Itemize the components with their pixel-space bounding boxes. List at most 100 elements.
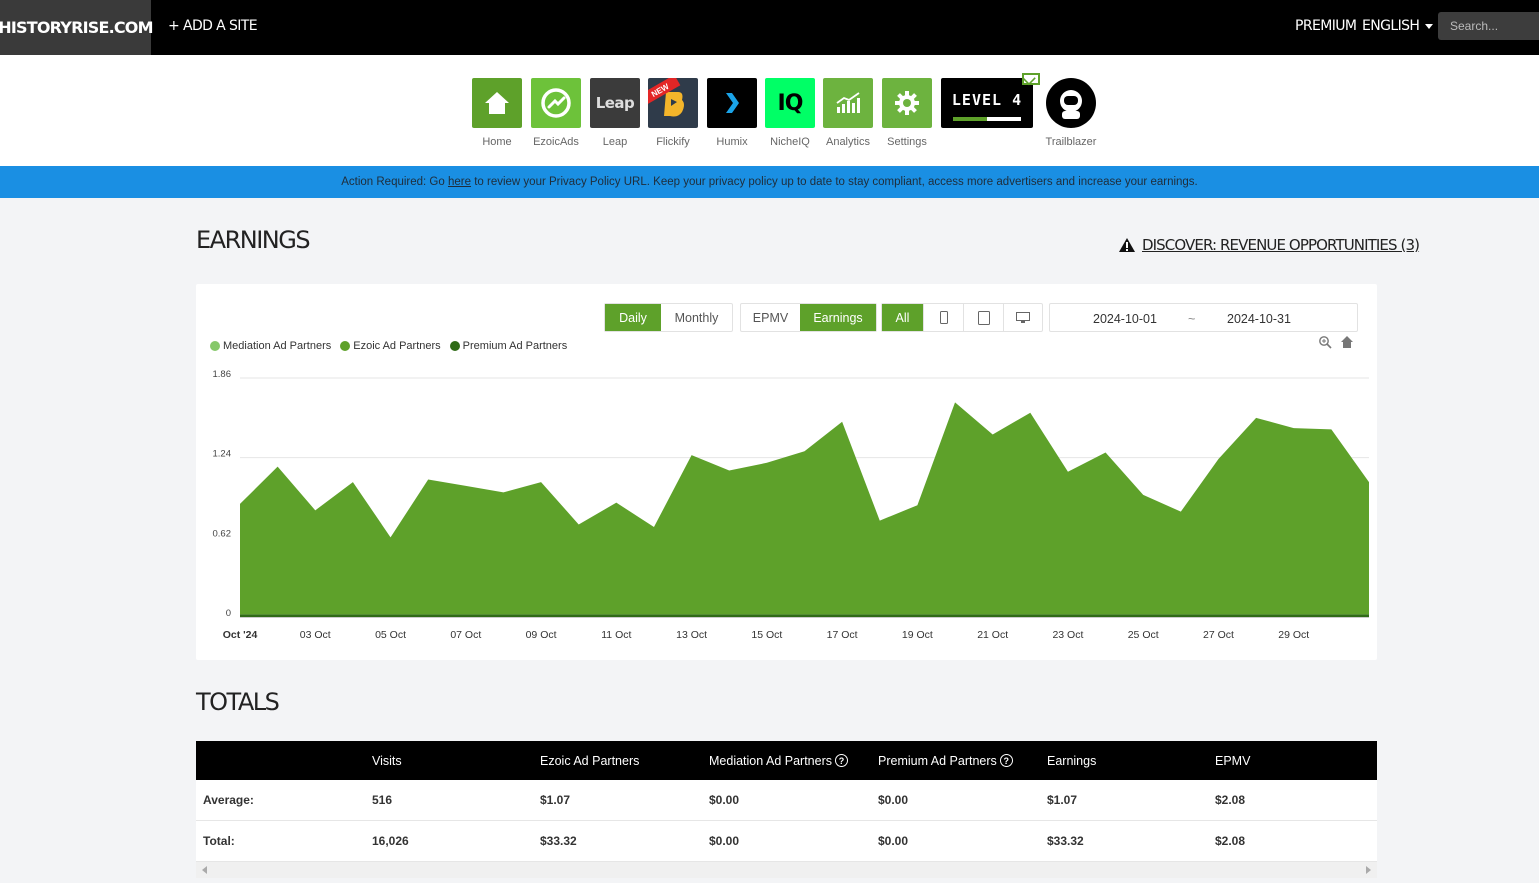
- area-ezoic-ad-partners: [240, 402, 1369, 615]
- metric-toggle: EPMV Earnings: [740, 303, 877, 332]
- level-progress-fill: [953, 117, 987, 121]
- privacy-policy-alert: Action Required: Go here to review your …: [0, 166, 1539, 198]
- mail-icon[interactable]: [1022, 73, 1040, 85]
- x-tick-label: 21 Oct: [977, 629, 1008, 641]
- level-text: LEVEL 4: [951, 91, 1023, 109]
- premium-link[interactable]: PREMIUM: [1295, 18, 1357, 34]
- gear-icon: [882, 78, 932, 128]
- header-visits: Visits: [372, 753, 402, 768]
- mobile-icon: [939, 311, 948, 324]
- app-trailblazer[interactable]: Trailblazer: [1045, 78, 1097, 148]
- epmv-button[interactable]: EPMV: [741, 304, 800, 331]
- legend-label: Premium Ad Partners: [462, 340, 568, 352]
- desktop-icon: [1016, 311, 1030, 323]
- ezoicads-icon: [531, 78, 581, 128]
- alert-prefix: Action Required: Go: [341, 176, 448, 188]
- x-tick-label: 27 Oct: [1203, 629, 1234, 641]
- legend-ezoic[interactable]: Ezoic Ad Partners: [340, 340, 441, 352]
- mobile-button[interactable]: [923, 304, 963, 331]
- header-earnings: Earnings: [1047, 753, 1097, 768]
- cell-epmv: $2.08: [1215, 834, 1246, 848]
- zoom-icon[interactable]: [1318, 335, 1332, 349]
- tablet-icon: [977, 310, 990, 325]
- earnings-area-chart: 0 0.62 1.24 1.86 Oct '24 03 Oct 05 Oct 07 Oct 09…: [213, 369, 1369, 641]
- flickify-icon: NEW: [648, 78, 698, 128]
- cell-premium: $0.00: [878, 834, 909, 848]
- cell-mediation: $0.00: [709, 834, 740, 848]
- language-dropdown[interactable]: ENGLISH: [1362, 18, 1434, 34]
- header-label: Premium Ad Partners: [878, 753, 997, 768]
- app-analytics[interactable]: Analytics: [823, 78, 873, 148]
- header-mediation-ad-partners: Mediation Ad Partners?: [709, 741, 848, 780]
- earnings-chart-card: Daily Monthly EPMV Earnings All 2024-10-…: [196, 284, 1377, 660]
- daily-button[interactable]: Daily: [605, 304, 661, 331]
- app-leap[interactable]: Leap Leap: [590, 78, 640, 148]
- alert-here-link[interactable]: here: [448, 176, 471, 188]
- app-humix[interactable]: Humix: [707, 78, 757, 148]
- legend-label: Ezoic Ad Partners: [353, 340, 441, 352]
- row-label: Total:: [203, 834, 235, 848]
- row-label: Average:: [203, 793, 254, 807]
- x-tick-label: 11 Oct: [601, 629, 631, 641]
- table-row-total: Total: 16,026 $33.32 $0.00 $0.00 $33.32 …: [196, 821, 1377, 862]
- app-flickify[interactable]: NEW Flickify: [648, 78, 698, 148]
- reset-zoom-home-icon[interactable]: [1340, 335, 1354, 349]
- app-settings[interactable]: Settings: [882, 78, 932, 148]
- table-row-average: Average: 516 $1.07 $0.00 $0.00 $1.07 $2.…: [196, 780, 1377, 821]
- app-nicheiq[interactable]: IQ NicheIQ: [765, 78, 815, 148]
- chart-legend: Mediation Ad Partners Ezoic Ad Partners …: [210, 340, 567, 352]
- date-from: 2024-10-01: [1093, 312, 1157, 326]
- x-tick-label: Oct '24: [223, 629, 258, 641]
- scroll-right-arrow-icon[interactable]: [1366, 866, 1371, 874]
- app-ezoicads[interactable]: EzoicAds: [531, 78, 581, 148]
- x-tick-label: 25 Oct: [1128, 629, 1159, 641]
- cell-ezoic: $1.07: [540, 793, 571, 807]
- x-tick-label: 07 Oct: [450, 629, 481, 641]
- level-progress-bar: [953, 117, 1021, 121]
- level-badge[interactable]: LEVEL 4: [941, 78, 1033, 128]
- top-navbar: HISTORYRISE.COM + ADD A SITE PREMIUM ENG…: [0, 0, 1539, 55]
- table-header: Visits Ezoic Ad Partners Mediation Ad Pa…: [196, 741, 1377, 780]
- help-icon[interactable]: ?: [835, 754, 848, 767]
- table-horizontal-scrollbar[interactable]: [196, 862, 1377, 878]
- help-icon[interactable]: ?: [999, 754, 1013, 767]
- date-range-picker[interactable]: 2024-10-01 ~ 2024-10-31: [1049, 303, 1358, 332]
- site-selector[interactable]: HISTORYRISE.COM: [0, 0, 154, 55]
- legend-dot: [210, 341, 220, 351]
- app-label: Settings: [887, 136, 927, 148]
- add-site-link[interactable]: + ADD A SITE: [168, 18, 258, 34]
- x-tick-label: 15 Oct: [751, 629, 782, 641]
- scroll-left-arrow-icon[interactable]: [202, 866, 207, 874]
- search-input[interactable]: [1438, 12, 1539, 40]
- app-launcher-bar: Home EzoicAds Leap Leap NEW Flickify Hum…: [0, 55, 1539, 166]
- cell-visits: 16,026: [372, 834, 409, 848]
- x-tick-label: 19 Oct: [902, 629, 933, 641]
- discover-revenue-link[interactable]: DISCOVER: REVENUE OPPORTUNITIES (3): [1118, 236, 1420, 254]
- y-tick-label: 0: [226, 608, 231, 619]
- nicheiq-icon: IQ: [765, 78, 815, 128]
- totals-table: Visits Ezoic Ad Partners Mediation Ad Pa…: [196, 741, 1377, 862]
- legend-premium[interactable]: Premium Ad Partners: [449, 340, 568, 352]
- legend-dot: [340, 341, 351, 351]
- desktop-button[interactable]: [1003, 304, 1042, 331]
- x-tick-label: 13 Oct: [676, 629, 707, 641]
- tablet-button[interactable]: [963, 304, 1003, 331]
- header-label: Mediation Ad Partners: [709, 753, 832, 768]
- earnings-title: EARNINGS: [196, 226, 311, 254]
- language-label: ENGLISH: [1362, 18, 1420, 34]
- totals-title: TOTALS: [196, 688, 280, 716]
- monthly-button[interactable]: Monthly: [661, 304, 732, 331]
- y-tick-label: 1.86: [213, 369, 232, 380]
- x-tick-label: 03 Oct: [300, 629, 331, 641]
- cell-earnings: $33.32: [1047, 834, 1084, 848]
- app-home[interactable]: Home: [472, 78, 522, 148]
- cell-mediation: $0.00: [709, 793, 740, 807]
- cell-ezoic: $33.32: [540, 834, 577, 848]
- device-toggle: All: [881, 303, 1043, 332]
- home-icon: [472, 78, 522, 128]
- legend-mediation[interactable]: Mediation Ad Partners: [210, 340, 331, 352]
- all-devices-button[interactable]: All: [882, 304, 923, 331]
- discover-label: DISCOVER: REVENUE OPPORTUNITIES (3): [1142, 236, 1420, 254]
- cell-earnings: $1.07: [1047, 793, 1078, 807]
- earnings-button[interactable]: Earnings: [800, 304, 876, 331]
